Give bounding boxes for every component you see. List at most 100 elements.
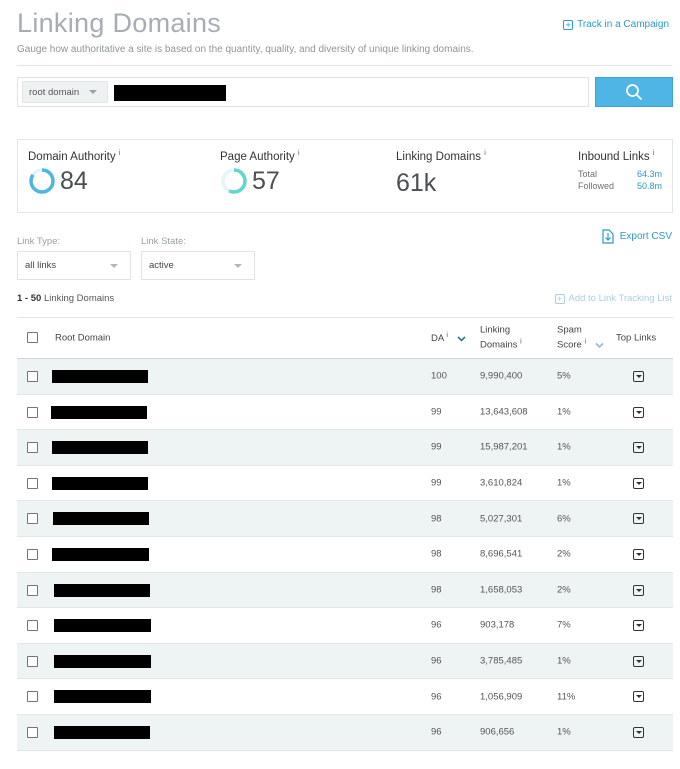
top-links-dropdown-icon[interactable] <box>633 726 644 738</box>
redacted-root-domain <box>54 725 150 739</box>
select-all-checkbox[interactable] <box>27 332 38 343</box>
info-icon[interactable]: i <box>653 150 655 157</box>
cell-da: 96 <box>431 691 442 703</box>
cell-da: 99 <box>431 441 442 453</box>
table-header: Root Domain DA i Linking Domains i Spam … <box>17 317 673 359</box>
column-da[interactable]: DA i <box>431 332 466 344</box>
cell-linking-domains: 5,027,301 <box>480 513 523 525</box>
sort-desc-icon <box>456 335 466 342</box>
row-checkbox[interactable] <box>27 513 38 525</box>
table-row: 100 9,990,400 5% <box>17 359 673 395</box>
top-links-dropdown-icon[interactable] <box>633 620 644 632</box>
column-score-label: Score <box>557 339 582 351</box>
inbound-followed-row: Followed 50.8m <box>578 181 662 191</box>
link-state-select[interactable]: active <box>141 251 255 280</box>
page-authority-value: 57 <box>252 166 280 195</box>
page-authority-metric: Page Authority i 57 <box>220 150 300 196</box>
cell-da: 96 <box>431 619 442 631</box>
row-checkbox[interactable] <box>27 406 38 418</box>
redacted-root-domain <box>52 370 148 383</box>
column-root-domain: Root Domain <box>55 332 111 344</box>
page-subtitle: Gauge how authoritative a site is based … <box>17 44 474 55</box>
search-bar: root domain <box>17 77 589 107</box>
redacted-root-domain <box>54 619 151 633</box>
info-icon[interactable]: i <box>484 150 486 157</box>
sort-icon <box>595 342 604 348</box>
cell-spam-score: 1% <box>557 655 571 667</box>
table-row: 96 906,656 1% <box>17 714 673 751</box>
domain-authority-label: Domain Authority <box>28 150 116 163</box>
results-count: 1 - 50 Linking Domains <box>17 293 114 304</box>
cell-linking-domains: 903,178 <box>480 619 515 631</box>
linking-domains-metric: Linking Domains i 61k <box>396 150 486 198</box>
top-links-dropdown-icon[interactable] <box>633 584 644 596</box>
top-links-dropdown-icon[interactable] <box>633 548 644 560</box>
results-range: 1 - 50 <box>17 293 42 304</box>
table-row: 96 903,178 7% <box>17 608 673 644</box>
add-to-link-tracking-button[interactable]: + Add to Link Tracking List <box>554 293 672 304</box>
info-icon[interactable]: i <box>298 150 300 157</box>
cell-spam-score: 11% <box>557 691 576 703</box>
chevron-down-icon <box>110 264 118 268</box>
cell-da: 98 <box>431 584 442 596</box>
top-links-dropdown-icon[interactable] <box>633 513 644 525</box>
table-body: 100 9,990,400 5% 99 13,643,608 1% 99 15,987,201… <box>17 359 673 751</box>
table-row: 96 3,785,485 1% <box>17 643 673 680</box>
inbound-total-row: Total 64.3m <box>578 169 662 179</box>
linking-domains-value: 61k <box>396 168 437 197</box>
row-checkbox[interactable] <box>27 442 38 454</box>
top-links-dropdown-icon[interactable] <box>633 371 644 382</box>
plus-icon: + <box>563 19 574 30</box>
top-links-dropdown-icon[interactable] <box>633 442 644 454</box>
header-divider <box>17 65 672 66</box>
row-checkbox[interactable] <box>27 655 38 667</box>
inbound-total-label: Total <box>578 168 598 179</box>
cell-spam-score: 2% <box>557 584 571 596</box>
row-checkbox[interactable] <box>27 726 38 738</box>
link-type-select[interactable]: all links <box>17 251 131 280</box>
redacted-root-domain <box>53 512 149 526</box>
table-row: 96 1,056,909 11% <box>17 679 673 715</box>
redacted-root-domain <box>52 441 148 455</box>
redacted-root-domain <box>54 690 151 704</box>
row-checkbox[interactable] <box>27 371 38 382</box>
column-spam-score[interactable]: Spam Score i <box>557 324 604 351</box>
chevron-down-icon <box>89 90 97 94</box>
cell-linking-domains: 9,990,400 <box>480 370 523 382</box>
cell-linking-domains: 1,658,053 <box>480 584 523 596</box>
cell-linking-domains: 13,643,608 <box>480 406 528 418</box>
page-title: Linking Domains <box>17 8 222 38</box>
top-links-dropdown-icon[interactable] <box>633 406 644 418</box>
cell-da: 96 <box>431 655 442 667</box>
cell-linking-domains: 3,785,485 <box>480 655 523 667</box>
info-icon[interactable]: i <box>520 338 522 345</box>
track-in-campaign-link[interactable]: + Track in a Campaign <box>563 19 669 30</box>
cell-spam-score: 2% <box>557 548 571 560</box>
column-da-label: DA <box>431 333 444 345</box>
row-checkbox[interactable] <box>27 477 38 489</box>
row-checkbox[interactable] <box>27 620 38 632</box>
top-links-dropdown-icon[interactable] <box>633 691 644 703</box>
row-checkbox[interactable] <box>27 548 38 560</box>
info-icon[interactable]: i <box>119 150 121 157</box>
info-icon[interactable]: i <box>446 332 448 339</box>
column-top-links: Top Links <box>616 332 657 344</box>
top-links-dropdown-icon[interactable] <box>633 655 644 667</box>
inbound-total-value: 64.3m <box>636 168 662 179</box>
row-checkbox[interactable] <box>27 691 38 703</box>
domain-scope-select[interactable]: root domain <box>22 81 108 103</box>
table-row: 98 8,696,541 2% <box>17 537 673 573</box>
search-button[interactable] <box>595 77 673 107</box>
cell-da: 99 <box>431 406 442 418</box>
top-links-dropdown-icon[interactable] <box>633 477 644 489</box>
info-icon[interactable]: i <box>584 338 586 345</box>
cell-spam-score: 1% <box>557 477 571 489</box>
cell-linking-domains: 3,610,824 <box>480 477 523 489</box>
page-authority-label: Page Authority <box>220 150 295 163</box>
cell-spam-score: 1% <box>557 441 571 453</box>
export-csv-link[interactable]: Export CSV <box>602 229 672 244</box>
cell-spam-score: 6% <box>557 513 571 525</box>
inbound-followed-value: 50.8m <box>636 180 662 191</box>
link-state-label: Link State: <box>141 236 186 247</box>
row-checkbox[interactable] <box>27 584 38 596</box>
